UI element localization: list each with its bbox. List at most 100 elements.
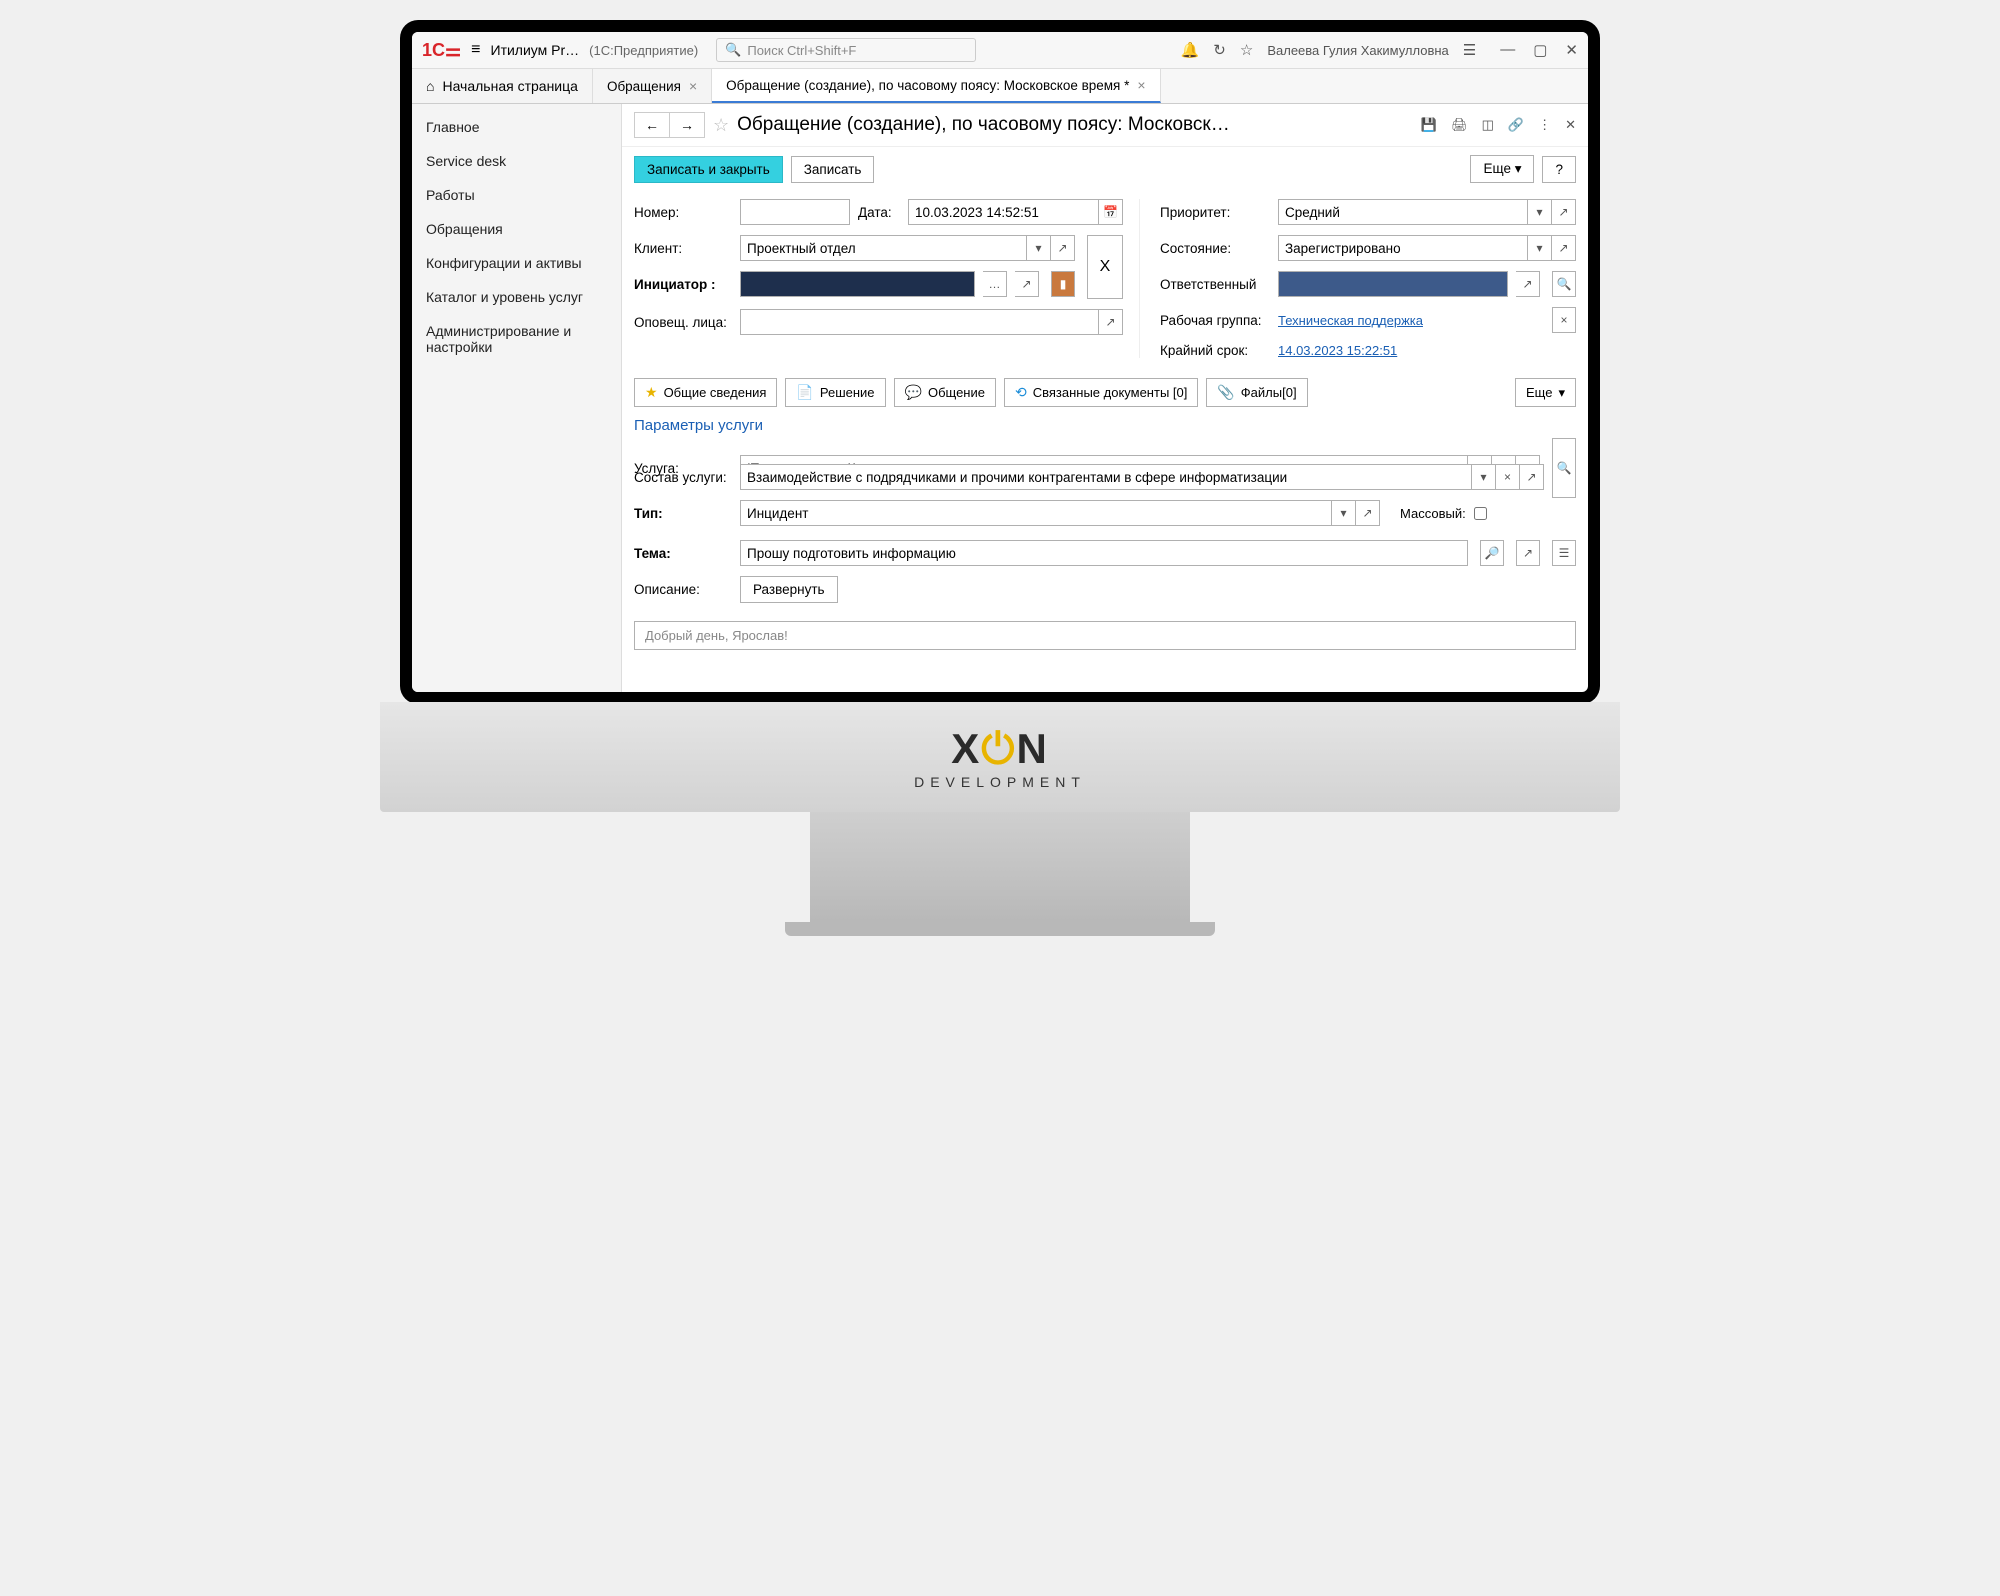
subtab-chat[interactable]: 💬Общение: [894, 378, 996, 407]
star-icon: ★: [645, 384, 658, 401]
ellipsis-icon[interactable]: …: [983, 271, 1007, 297]
tab-home[interactable]: ⌂ Начальная страница: [412, 69, 593, 103]
sidebar-item-works[interactable]: Работы: [412, 178, 621, 212]
close-icon[interactable]: ×: [689, 78, 697, 94]
component-input[interactable]: [740, 464, 1472, 490]
clear-icon[interactable]: ×: [1496, 464, 1520, 490]
pick-icon[interactable]: 🔎: [1480, 540, 1504, 566]
chevron-down-icon[interactable]: ▾: [1472, 464, 1496, 490]
workgroup-link[interactable]: Техническая поддержка: [1278, 313, 1540, 328]
monitor-neck: [810, 812, 1190, 922]
sidebar-item-servicedesk[interactable]: Service desk: [412, 144, 621, 178]
open-icon[interactable]: ↗: [1099, 309, 1123, 335]
clear-icon[interactable]: ×: [1552, 307, 1576, 333]
desc-label: Описание:: [634, 582, 732, 597]
settings-icon[interactable]: ☰: [1463, 41, 1476, 59]
number-label: Номер:: [634, 205, 732, 220]
brand-logo: X⏻N: [951, 725, 1049, 774]
search-icon: 🔍: [725, 42, 741, 58]
save-button[interactable]: Записать: [791, 156, 875, 183]
subtab-more[interactable]: Еще ▾: [1515, 378, 1576, 407]
titlebar: 1С⚌ ≡ Итилиум Pr… (1С:Предприятие) 🔍 Пои…: [412, 32, 1588, 69]
bell-icon[interactable]: 🔔: [1181, 41, 1200, 59]
open-icon[interactable]: ↗: [1520, 464, 1544, 490]
nav-forward-button[interactable]: →: [669, 112, 705, 138]
open-icon[interactable]: ↗: [1516, 540, 1540, 566]
logo-1c: 1С⚌: [422, 40, 461, 61]
search-icon[interactable]: 🔍: [1552, 271, 1576, 297]
topic-label: Тема:: [634, 546, 732, 561]
save-icon[interactable]: 💾: [1421, 117, 1437, 133]
sidebar-item-requests[interactable]: Обращения: [412, 212, 621, 246]
notify-input[interactable]: [740, 309, 1099, 335]
chevron-down-icon[interactable]: ▾: [1528, 235, 1552, 261]
save-close-button[interactable]: Записать и закрыть: [634, 156, 783, 183]
report-icon[interactable]: ◫: [1482, 117, 1494, 133]
notify-label: Оповещ. лица:: [634, 315, 732, 330]
app-subtitle: (1С:Предприятие): [589, 43, 698, 58]
priority-input[interactable]: [1278, 199, 1528, 225]
clear-button[interactable]: X: [1087, 235, 1123, 299]
sidebar-item-main[interactable]: Главное: [412, 110, 621, 144]
close-window-icon[interactable]: ✕: [1565, 41, 1578, 59]
topic-input[interactable]: [740, 540, 1468, 566]
page-header: ← → ☆ Обращение (создание), по часовому …: [622, 104, 1588, 147]
sidebar-item-admin[interactable]: Администрирование и настройки: [412, 314, 621, 364]
subtabs: ★Общие сведения 📄Решение 💬Общение ⟲Связа…: [622, 370, 1588, 407]
open-icon[interactable]: ↗: [1552, 199, 1576, 225]
list-icon[interactable]: ☰: [1552, 540, 1576, 566]
initiator-input[interactable]: [740, 271, 975, 297]
service-section-title: Параметры услуги: [622, 407, 1588, 438]
help-button[interactable]: ?: [1542, 156, 1576, 183]
deadline-link[interactable]: 14.03.2023 15:22:51: [1278, 343, 1397, 358]
star-icon[interactable]: ☆: [1240, 41, 1253, 59]
subtab-files[interactable]: 📎Файлы[0]: [1206, 378, 1307, 407]
nav-back-button[interactable]: ←: [634, 112, 669, 138]
type-input[interactable]: [740, 500, 1332, 526]
number-input[interactable]: [740, 199, 850, 225]
link-icon[interactable]: 🔗: [1508, 117, 1524, 133]
global-search[interactable]: 🔍 Поиск Ctrl+Shift+F: [716, 38, 976, 62]
tab-request-create[interactable]: Обращение (создание), по часовому поясу:…: [712, 69, 1160, 103]
description-preview[interactable]: Добрый день, Ярослав!: [634, 621, 1576, 650]
date-input[interactable]: [908, 199, 1099, 225]
client-input[interactable]: [740, 235, 1027, 261]
chat-icon: 💬: [905, 384, 922, 401]
more-button[interactable]: Еще ▾: [1470, 155, 1534, 183]
responsible-input[interactable]: [1278, 271, 1508, 297]
history-icon[interactable]: ↻: [1213, 41, 1226, 59]
state-input[interactable]: [1278, 235, 1528, 261]
user-name[interactable]: Валеева Гулия Хакимулловна: [1267, 43, 1448, 58]
sidebar-item-config[interactable]: Конфигурации и активы: [412, 246, 621, 280]
maximize-icon[interactable]: ▢: [1533, 41, 1547, 59]
chevron-down-icon[interactable]: ▾: [1332, 500, 1356, 526]
subtab-related[interactable]: ⟲Связанные документы [0]: [1004, 378, 1198, 407]
more-icon[interactable]: ⋮: [1538, 117, 1551, 133]
favorite-star-icon[interactable]: ☆: [713, 115, 729, 136]
open-icon[interactable]: ↗: [1051, 235, 1075, 261]
open-icon[interactable]: ↗: [1552, 235, 1576, 261]
mass-checkbox[interactable]: [1474, 507, 1487, 520]
card-icon[interactable]: ▮: [1051, 271, 1075, 297]
chevron-down-icon[interactable]: ▾: [1528, 199, 1552, 225]
tab-requests[interactable]: Обращения ×: [593, 69, 712, 103]
subtab-general[interactable]: ★Общие сведения: [634, 378, 777, 407]
open-icon[interactable]: ↗: [1356, 500, 1380, 526]
open-icon[interactable]: ↗: [1015, 271, 1039, 297]
close-icon[interactable]: ✕: [1565, 117, 1576, 133]
sidebar-item-catalog[interactable]: Каталог и уровень услуг: [412, 280, 621, 314]
chevron-down-icon[interactable]: ▾: [1027, 235, 1051, 261]
expand-button[interactable]: Развернуть: [740, 576, 838, 603]
calendar-icon[interactable]: 📅: [1099, 199, 1123, 225]
subtab-solution[interactable]: 📄Решение: [785, 378, 885, 407]
workgroup-label: Рабочая группа:: [1160, 313, 1270, 328]
component-label: Состав услуги:: [634, 470, 732, 485]
link-icon: ⟲: [1015, 384, 1027, 401]
hamburger-icon[interactable]: ≡: [471, 41, 480, 59]
tab-label: Обращение (создание), по часовому поясу:…: [726, 78, 1129, 93]
close-icon[interactable]: ×: [1137, 77, 1145, 93]
open-icon[interactable]: ↗: [1516, 271, 1540, 297]
minimize-icon[interactable]: —: [1500, 41, 1515, 59]
search-icon[interactable]: 🔍: [1552, 438, 1576, 498]
print-icon[interactable]: 🖨: [1451, 117, 1468, 133]
